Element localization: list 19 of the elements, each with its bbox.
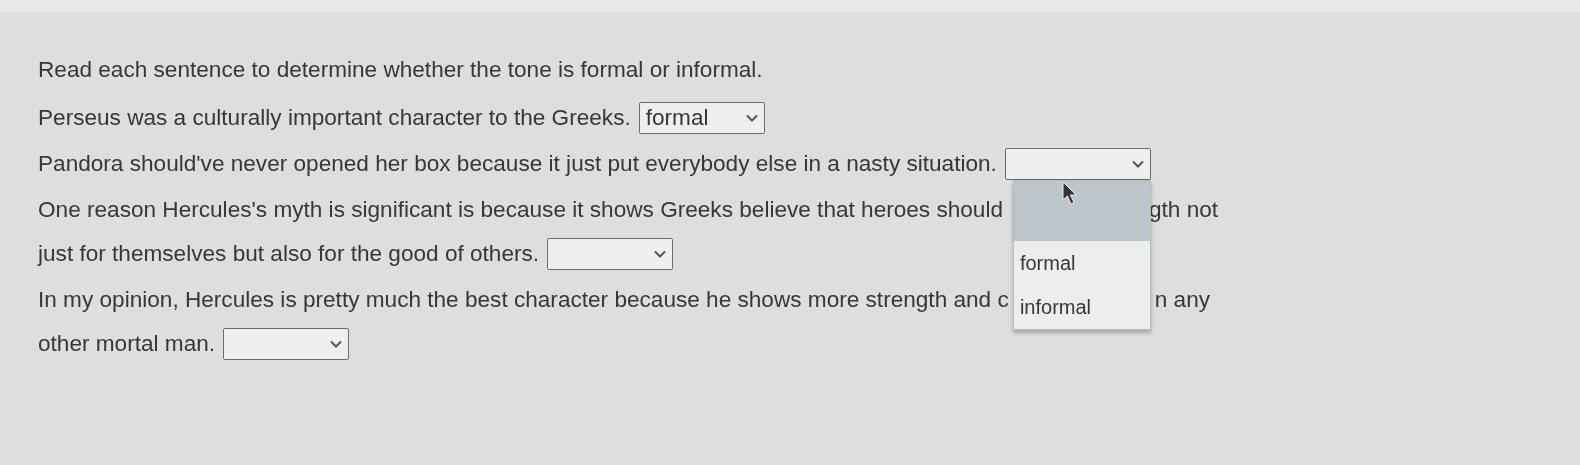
dropdown-option[interactable]: formal (1013, 241, 1150, 285)
chevron-icon (654, 250, 667, 258)
tone-dropdown[interactable] (1004, 148, 1151, 180)
sentence-text: Perseus was a culturally important character to the Greeks. (38, 105, 631, 131)
dropdown-option[interactable]: informal (1013, 285, 1150, 329)
sentence-text: Pandora should've never opened her box because it just put everybody else in a nasty situation. (38, 151, 997, 177)
instruction-text: Read each sentence to determine whether the tone is formal or informal. (38, 56, 764, 84)
chevron-icon (1131, 160, 1144, 168)
sentence-text: gth not (1149, 197, 1219, 223)
tone-dropdown[interactable]: formal (638, 102, 765, 134)
sentence-text: One reason Hercules's myth is significant is because it shows Greeks believe that heroes should (38, 197, 1004, 223)
chevron-icon (745, 114, 758, 122)
tone-dropdown[interactable] (547, 238, 674, 270)
sentence-text: n any (1154, 287, 1211, 313)
sentence-text: just for themselves but also for the good of others. (38, 241, 540, 267)
sentence-text: In my opinion, Hercules is pretty much the best character because he shows more strength and c (38, 287, 1009, 313)
sentence-text: other mortal man. (38, 331, 216, 357)
chevron-icon (330, 340, 343, 348)
tone-dropdown[interactable] (223, 328, 350, 360)
